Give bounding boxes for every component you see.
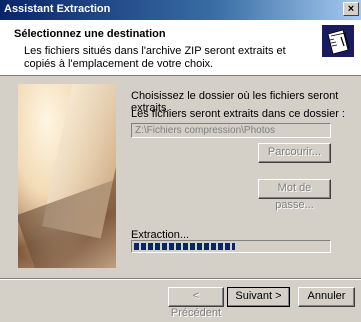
next-button[interactable]: Suivant > [227, 287, 290, 307]
wizard-header: Sélectionnez une destination Les fichier… [0, 20, 361, 76]
extraction-progress-bar [131, 240, 331, 253]
cancel-button[interactable]: Annuler [298, 287, 355, 307]
footer-separator [0, 278, 361, 280]
window-title: Assistant Extraction [4, 3, 111, 15]
progress-fill [134, 243, 235, 250]
zip-folder-icon [322, 25, 354, 57]
target-folder-input: Z:\Fichiers compression\Photos [131, 123, 331, 138]
title-bar[interactable]: Assistant Extraction × [0, 0, 361, 20]
previous-button[interactable]: < Précédent [168, 287, 224, 319]
header-title: Sélectionnez une destination [14, 28, 166, 40]
target-folder-label: Les fichiers seront extraits dans ce dos… [131, 108, 345, 120]
close-button[interactable]: × [343, 2, 359, 16]
wizard-side-image [18, 84, 116, 268]
password-button[interactable]: Mot de passe... [258, 179, 331, 211]
browse-button[interactable]: Parcourir... [258, 143, 331, 163]
header-description: Les fichiers situés dans l'archive ZIP s… [24, 45, 286, 70]
